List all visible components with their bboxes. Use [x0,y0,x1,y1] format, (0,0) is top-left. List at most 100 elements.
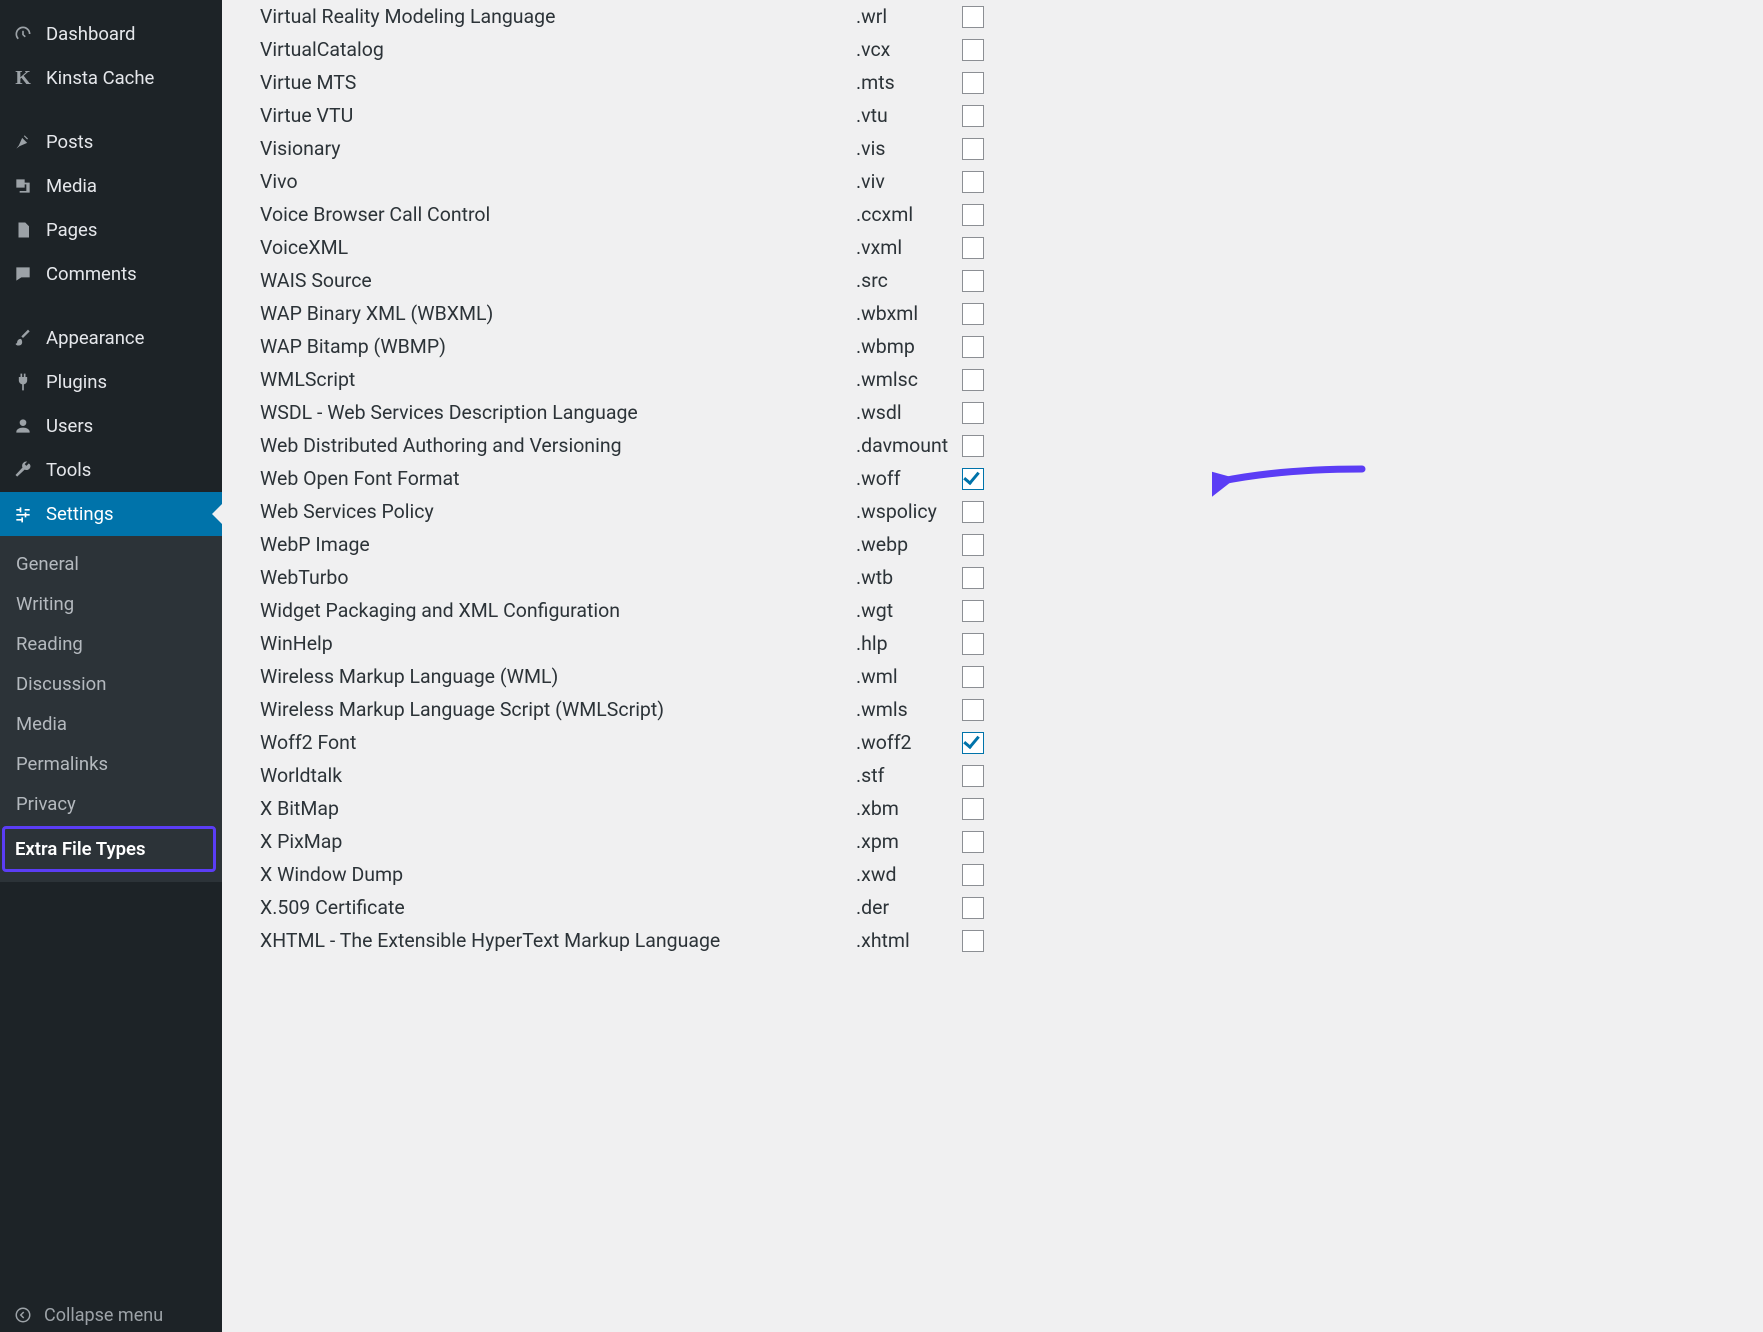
submenu-general[interactable]: General [0,544,222,584]
file-type-checkbox-cell [962,132,992,165]
menu-plugins[interactable]: Plugins [0,360,222,404]
submenu-reading[interactable]: Reading [0,624,222,664]
submenu-extra-file-types[interactable]: Extra File Types [2,826,216,872]
file-type-checkbox[interactable] [962,897,984,919]
collapse-menu[interactable]: Collapse menu [0,1292,222,1332]
file-type-name: WMLScript [260,363,850,396]
menu-settings[interactable]: Settings [0,492,222,536]
file-type-name: VirtualCatalog [260,33,850,66]
file-type-checkbox[interactable] [962,138,984,160]
collapse-label: Collapse menu [44,1305,163,1326]
file-type-ext: .vcx [856,33,956,66]
file-type-name: Web Open Font Format [260,462,850,495]
file-type-name: WebP Image [260,528,850,561]
file-type-name: Visionary [260,132,850,165]
file-type-checkbox-cell [962,594,992,627]
file-type-name: X.509 Certificate [260,891,850,924]
file-type-checkbox[interactable] [962,699,984,721]
file-type-ext: .davmount [856,429,956,462]
file-type-name: WebTurbo [260,561,850,594]
menu-comments[interactable]: Comments [0,252,222,296]
file-type-ext: .woff [856,462,956,495]
menu-users[interactable]: Users [0,404,222,448]
k-icon: K [12,67,34,89]
file-type-checkbox-cell [962,825,992,858]
file-type-checkbox-cell [962,891,992,924]
file-type-checkbox[interactable] [962,864,984,886]
file-type-ext: .xpm [856,825,956,858]
submenu-discussion[interactable]: Discussion [0,664,222,704]
file-type-checkbox[interactable] [962,666,984,688]
file-type-name: Virtual Reality Modeling Language [260,0,850,33]
file-type-ext: .hlp [856,627,956,660]
file-type-ext: .wgt [856,594,956,627]
file-type-ext: .xhtml [856,924,956,957]
file-type-checkbox[interactable] [962,237,984,259]
file-type-checkbox-cell [962,231,992,264]
file-type-ext: .wspolicy [856,495,956,528]
file-type-name: Woff2 Font [260,726,850,759]
file-type-checkbox[interactable] [962,171,984,193]
file-type-ext: .wtb [856,561,956,594]
file-type-checkbox[interactable] [962,765,984,787]
submenu-permalinks[interactable]: Permalinks [0,744,222,784]
menu-dashboard[interactable]: Dashboard [0,12,222,56]
file-type-ext: .wmlsc [856,363,956,396]
file-type-checkbox[interactable] [962,567,984,589]
file-type-checkbox[interactable] [962,72,984,94]
file-type-checkbox[interactable] [962,831,984,853]
pin-icon [12,131,34,153]
file-type-checkbox[interactable] [962,39,984,61]
file-type-checkbox[interactable] [962,798,984,820]
file-type-ext: .src [856,264,956,297]
menu-pages[interactable]: Pages [0,208,222,252]
file-type-checkbox[interactable] [962,204,984,226]
settings-submenu: General Writing Reading Discussion Media… [0,536,222,882]
menu-posts[interactable]: Posts [0,120,222,164]
file-type-ext: .ccxml [856,198,956,231]
menu-media[interactable]: Media [0,164,222,208]
file-type-ext: .woff2 [856,726,956,759]
menu-label: Pages [46,219,97,241]
file-type-ext: .viv [856,165,956,198]
page-icon [12,219,34,241]
file-type-checkbox[interactable] [962,435,984,457]
menu-label: Settings [46,503,114,525]
file-type-checkbox[interactable] [962,534,984,556]
menu-appearance[interactable]: Appearance [0,316,222,360]
menu-tools[interactable]: Tools [0,448,222,492]
file-type-checkbox[interactable] [962,468,984,490]
file-type-ext: .xbm [856,792,956,825]
menu-kinsta-cache[interactable]: K Kinsta Cache [0,56,222,100]
submenu-media[interactable]: Media [0,704,222,744]
file-type-checkbox[interactable] [962,369,984,391]
submenu-writing[interactable]: Writing [0,584,222,624]
file-type-checkbox[interactable] [962,270,984,292]
file-type-checkbox-cell [962,0,992,33]
file-type-checkbox[interactable] [962,303,984,325]
menu-label: Kinsta Cache [46,67,154,89]
file-type-checkbox[interactable] [962,402,984,424]
file-type-checkbox[interactable] [962,930,984,952]
file-type-name: VoiceXML [260,231,850,264]
file-type-checkbox-cell [962,528,992,561]
user-icon [12,415,34,437]
file-type-checkbox[interactable] [962,600,984,622]
file-type-checkbox[interactable] [962,732,984,754]
file-type-checkbox-cell [962,429,992,462]
file-type-checkbox-cell [962,858,992,891]
file-type-checkbox[interactable] [962,6,984,28]
file-type-checkbox[interactable] [962,501,984,523]
file-type-checkbox[interactable] [962,336,984,358]
file-type-checkbox-cell [962,99,992,132]
file-type-checkbox[interactable] [962,105,984,127]
file-type-name: Wireless Markup Language (WML) [260,660,850,693]
submenu-privacy[interactable]: Privacy [0,784,222,824]
menu-label: Users [46,415,93,437]
file-type-ext: .vis [856,132,956,165]
gauge-icon [12,23,34,45]
file-type-checkbox-cell [962,627,992,660]
file-type-checkbox[interactable] [962,633,984,655]
file-type-ext: .der [856,891,956,924]
file-type-name: Virtue MTS [260,66,850,99]
